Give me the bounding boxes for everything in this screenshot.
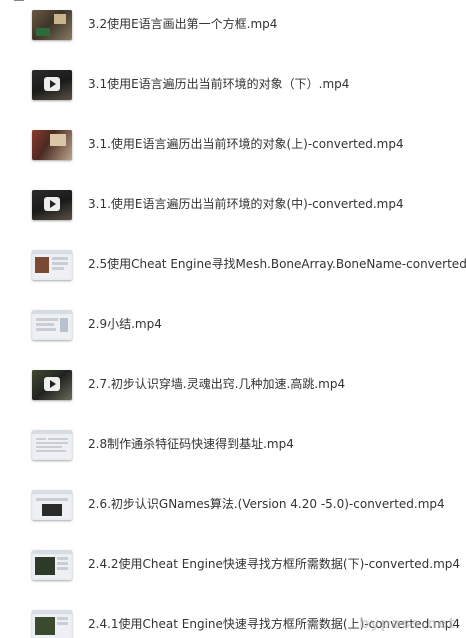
video-thumbnail [32,550,72,580]
video-thumbnail [32,130,72,160]
play-icon [44,377,60,391]
list-item[interactable]: 3.1使用E语言遍历出当前环境的对象（下）.mp4 [0,70,466,110]
collapse-icon[interactable] [14,0,24,1]
list-item[interactable]: 2.8制作通杀特征码快速得到基址.mp4 [0,430,466,470]
file-browser: 3.2使用E语言画出第一个方框.mp4 3.1使用E语言遍历出当前环境的对象（下… [0,0,466,638]
file-name: 3.1使用E语言遍历出当前环境的对象（下）.mp4 [88,77,350,91]
video-thumbnail [32,190,72,220]
video-thumbnail [32,70,72,100]
list-item[interactable]: 3.2使用E语言画出第一个方框.mp4 [0,10,466,50]
file-name: 2.7.初步认识穿墙.灵魂出窍.几种加速.高跳.mp4 [88,377,346,391]
video-thumbnail [32,370,72,400]
file-name: 2.4.2使用Cheat Engine快速寻找方框所需数据(下)-convert… [88,557,461,571]
list-item[interactable]: 2.6.初步认识GNames算法.(Version 4.20 -5.0)-con… [0,490,466,530]
video-thumbnail [32,10,72,40]
file-name: 3.2使用E语言画出第一个方框.mp4 [88,17,278,31]
file-name: 3.1.使用E语言遍历出当前环境的对象(上)-converted.mp4 [88,137,404,151]
watermark: bypass.net [359,616,456,632]
video-thumbnail [32,430,72,460]
list-item[interactable]: 2.7.初步认识穿墙.灵魂出窍.几种加速.高跳.mp4 [0,370,466,410]
play-icon [44,197,60,211]
video-thumbnail [32,490,72,520]
video-thumbnail [32,250,72,280]
video-thumbnail [32,610,72,638]
list-item[interactable]: 2.9小结.mp4 [0,310,466,350]
video-thumbnail [32,310,72,340]
file-name: 2.9小结.mp4 [88,317,162,331]
list-item[interactable]: 3.1.使用E语言遍历出当前环境的对象(上)-converted.mp4 [0,130,466,170]
file-name: 2.6.初步认识GNames算法.(Version 4.20 -5.0)-con… [88,497,445,511]
list-item[interactable]: 2.5使用Cheat Engine寻找Mesh.BoneArray.BoneNa… [0,250,466,290]
play-icon [44,77,60,91]
file-name: 2.5使用Cheat Engine寻找Mesh.BoneArray.BoneNa… [88,257,466,271]
file-name: 2.8制作通杀特征码快速得到基址.mp4 [88,437,294,451]
file-name: 3.1.使用E语言遍历出当前环境的对象(中)-converted.mp4 [88,197,404,211]
list-item[interactable]: 2.4.2使用Cheat Engine快速寻找方框所需数据(下)-convert… [0,550,466,590]
list-item[interactable]: 3.1.使用E语言遍历出当前环境的对象(中)-converted.mp4 [0,190,466,230]
folder-header-fragment [0,0,80,6]
